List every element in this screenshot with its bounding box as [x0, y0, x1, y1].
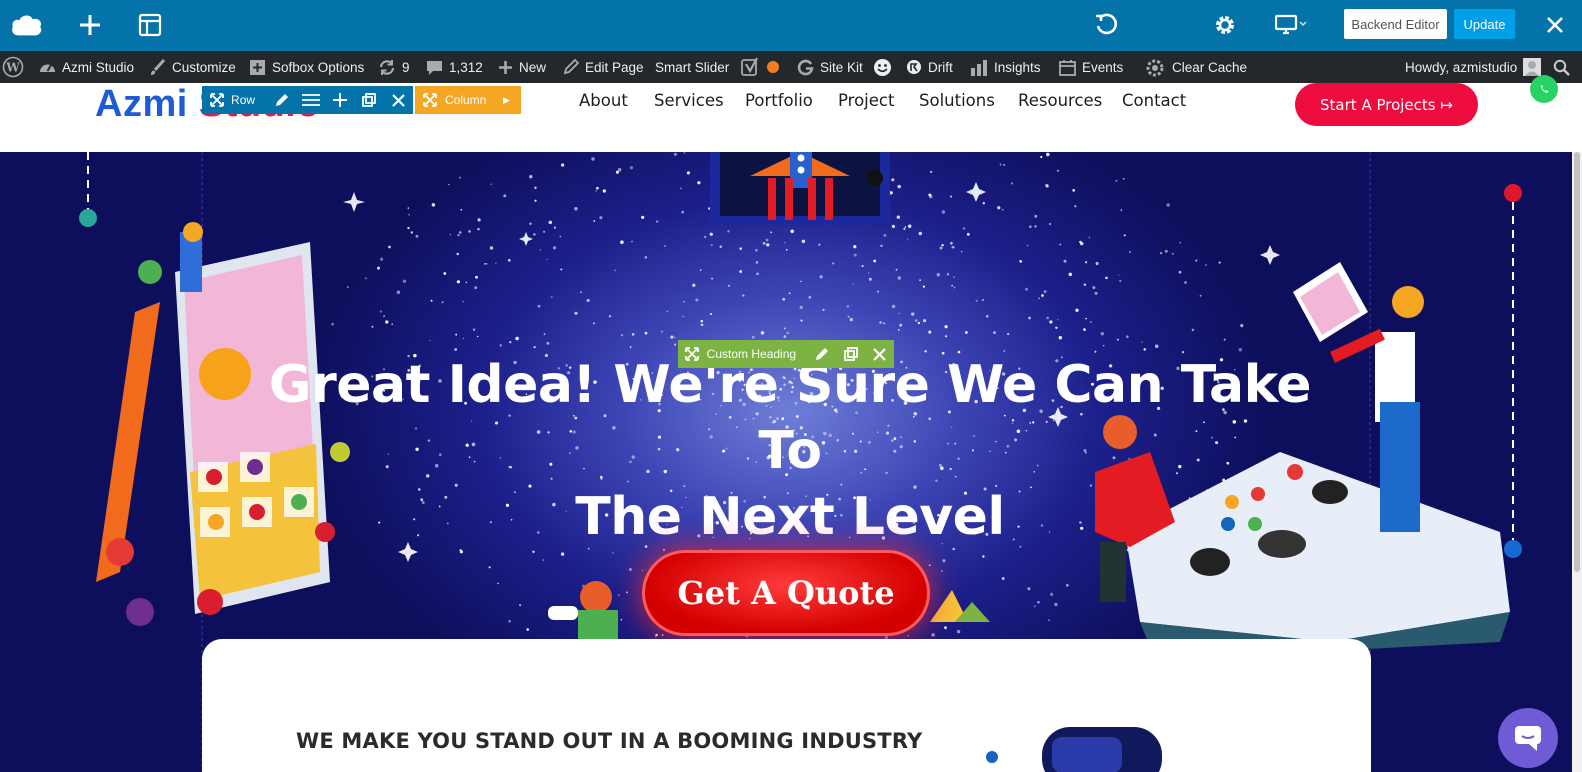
row-label: Row: [231, 93, 256, 107]
column-label: Column: [445, 93, 487, 107]
customize-item[interactable]: Customize: [149, 51, 236, 83]
scrollbar-thumb[interactable]: [1574, 152, 1580, 572]
pencil-icon: [563, 59, 579, 75]
responsive-preview-icon[interactable]: [1272, 8, 1312, 42]
close-icon[interactable]: [1538, 8, 1572, 42]
search-icon[interactable]: [1553, 51, 1570, 83]
row-layout-icon[interactable]: [297, 86, 326, 114]
cache-icon: [1146, 59, 1164, 77]
bar-chart-icon: [971, 59, 987, 76]
delete-heading-icon[interactable]: [865, 340, 894, 368]
dashboard-icon: [40, 63, 55, 72]
drift-item[interactable]: Drift: [906, 51, 953, 83]
plus-icon: [499, 60, 512, 74]
updates-item[interactable]: 9: [378, 51, 410, 83]
delete-row-icon[interactable]: [384, 86, 413, 114]
nav-portfolio[interactable]: Portfolio: [745, 91, 813, 110]
update-button[interactable]: Update: [1454, 9, 1515, 39]
chat-launcher-icon[interactable]: [1498, 708, 1558, 768]
rocket-illustration: [710, 152, 890, 224]
add-column-icon[interactable]: [326, 86, 355, 114]
hero-section: Great Idea! We're Sure We Can Take To Th…: [0, 152, 1572, 772]
settings-gear-icon[interactable]: [1208, 8, 1242, 42]
clone-row-icon[interactable]: [355, 86, 384, 114]
new-item[interactable]: New: [498, 51, 546, 83]
yoast-icon: [741, 57, 758, 76]
add-element-icon[interactable]: [73, 8, 107, 42]
backend-editor-button[interactable]: Backend Editor: [1344, 9, 1447, 39]
nav-contact[interactable]: Contact: [1122, 91, 1186, 110]
heading-control-label: Custom Heading: [706, 347, 797, 361]
custom-heading-controls: Custom Heading: [678, 340, 894, 368]
site-kit-item[interactable]: Site Kit: [797, 51, 863, 83]
sofbox-options-item[interactable]: Sofbox Options: [249, 51, 364, 83]
clear-cache-item[interactable]: Clear Cache: [1144, 51, 1247, 83]
options-icon: [250, 59, 265, 75]
builder-toolbar: Backend Editor Update: [0, 0, 1582, 51]
start-project-button[interactable]: Start A Projects ↦: [1295, 83, 1478, 126]
smart-slider-item[interactable]: Smart Slider: [655, 51, 729, 83]
move-row-icon[interactable]: [202, 86, 231, 114]
nav-services[interactable]: Services: [654, 91, 724, 110]
smiley-icon: [874, 58, 891, 76]
edit-page-item[interactable]: Edit Page: [563, 51, 644, 83]
insights-item[interactable]: Insights: [970, 51, 1041, 83]
events-item[interactable]: Events: [1059, 51, 1123, 83]
services-intro-card: WE MAKE YOU STAND OUT IN A BOOMING INDUS…: [202, 639, 1371, 772]
move-column-icon[interactable]: [415, 86, 445, 114]
account-item[interactable]: Howdy, azmistudio: [1405, 51, 1542, 83]
site-name-label: Azmi Studio: [62, 59, 135, 75]
cloud-logo-icon[interactable]: [10, 8, 44, 42]
column-controls: Column ▶: [415, 86, 521, 114]
drift-icon: [907, 60, 921, 74]
nav-about[interactable]: About: [579, 91, 628, 110]
calendar-icon: [1059, 59, 1076, 76]
edit-row-pencil-icon[interactable]: [268, 86, 297, 114]
comments-item[interactable]: 1,312: [426, 51, 483, 83]
column-expand-arrow-icon[interactable]: ▶: [503, 95, 510, 106]
site-name-item[interactable]: Azmi Studio: [39, 51, 134, 83]
smiley-item[interactable]: [873, 51, 892, 83]
hero-heading: Great Idea! We're Sure We Can Take To Th…: [268, 355, 1312, 547]
move-heading-icon[interactable]: [678, 340, 707, 368]
row-controls: Row: [202, 86, 413, 114]
comment-icon: [427, 60, 442, 75]
nav-solutions[interactable]: Solutions: [919, 91, 995, 110]
nav-project[interactable]: Project: [838, 91, 894, 110]
svg-text:W: W: [5, 61, 20, 75]
wordpress-logo-icon[interactable]: W: [2, 51, 24, 83]
google-g-icon: [797, 59, 814, 75]
yoast-seo-item[interactable]: [741, 51, 779, 83]
seo-status-dot: [767, 61, 779, 73]
get-a-quote-button[interactable]: Get A Quote: [642, 550, 930, 636]
clone-heading-icon[interactable]: [837, 340, 866, 368]
brush-icon: [151, 58, 166, 75]
wp-admin-bar: W Azmi Studio Customize Sofbox Options 9…: [0, 51, 1582, 83]
updates-icon: [379, 59, 395, 75]
vr-headset-illustration: [986, 727, 1162, 772]
avatar: [1523, 58, 1542, 76]
undo-icon[interactable]: [1089, 8, 1123, 42]
edit-heading-pencil-icon[interactable]: [808, 340, 837, 368]
nav-resources[interactable]: Resources: [1018, 91, 1102, 110]
whatsapp-icon[interactable]: [1530, 75, 1558, 103]
templates-icon[interactable]: [133, 8, 167, 42]
section-heading: WE MAKE YOU STAND OUT IN A BOOMING INDUS…: [296, 729, 923, 753]
